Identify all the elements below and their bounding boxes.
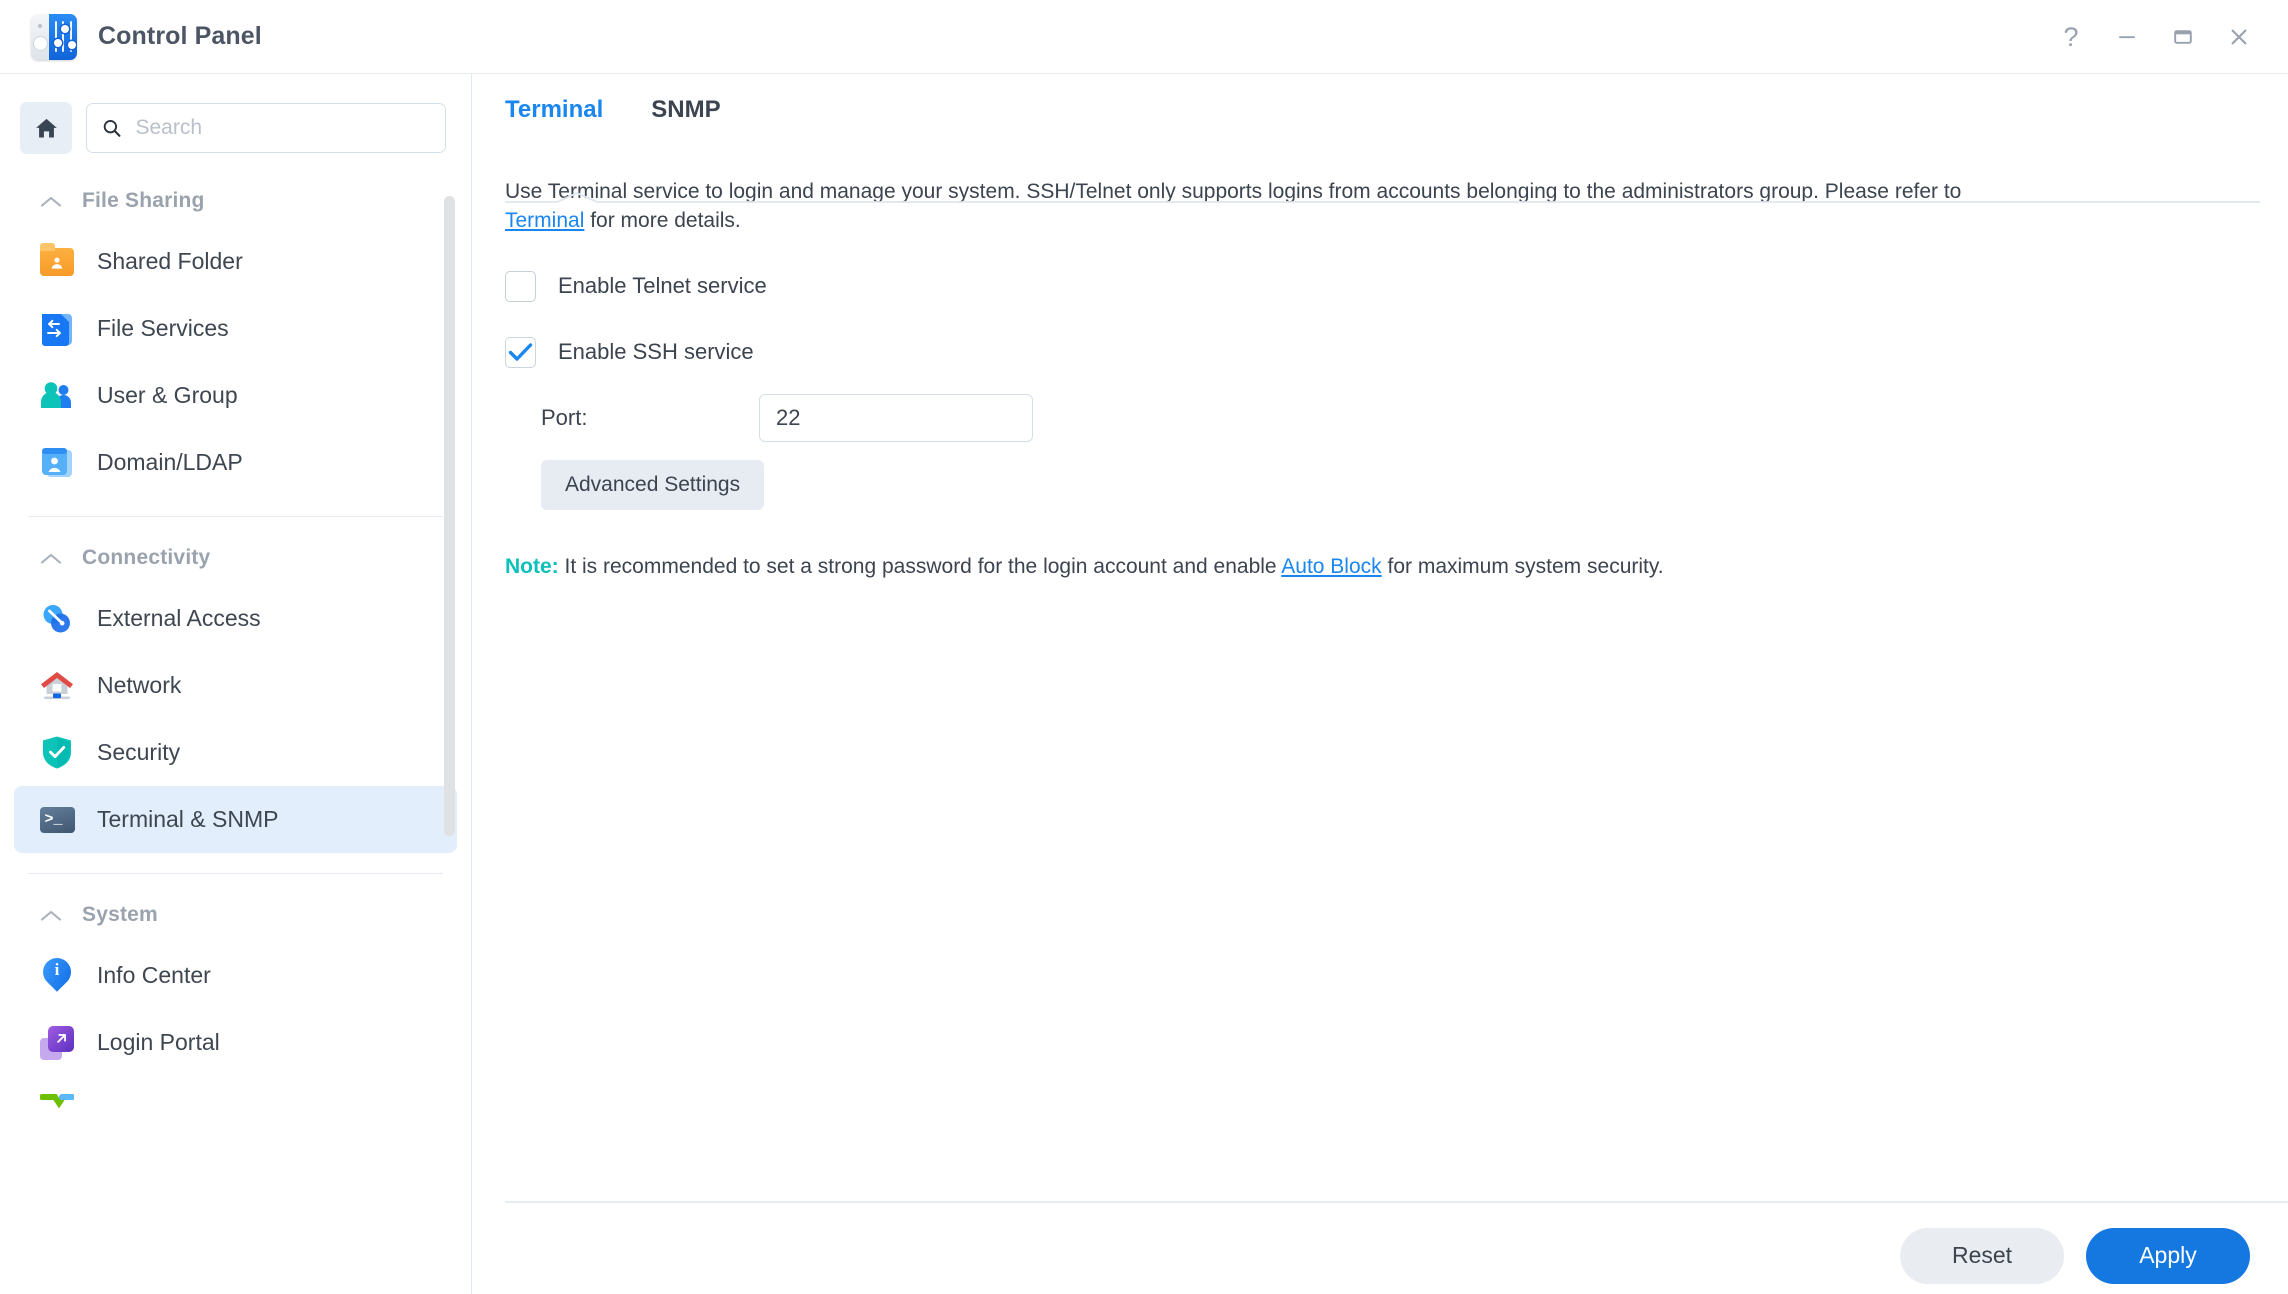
tab-bar: Terminal SNMP <box>473 74 2288 146</box>
sidebar-item-partially-visible[interactable] <box>14 1076 457 1116</box>
sidebar-item-shared-folder[interactable]: Shared Folder <box>14 228 457 295</box>
chevron-up-icon <box>40 908 62 922</box>
sidebar-nav: File Sharing Shared Folder File Services… <box>0 174 471 1294</box>
minimize-icon <box>2119 36 2135 39</box>
sidebar-item-label: Domain/LDAP <box>97 449 243 475</box>
update-restore-icon <box>39 1078 75 1114</box>
control-panel-icon <box>31 13 77 60</box>
terminal-description: Use Terminal service to login and manage… <box>505 178 2005 236</box>
port-label: Port: <box>541 404 588 430</box>
enable-ssh-checkbox[interactable] <box>505 336 536 368</box>
note-text-part2: for maximum system security. <box>1381 554 1664 578</box>
enable-telnet-label: Enable Telnet service <box>558 273 767 299</box>
security-shield-icon <box>39 735 75 771</box>
nav-group-label: File Sharing <box>82 189 205 212</box>
sidebar-scrollbar-thumb[interactable] <box>444 196 455 836</box>
sidebar-item-label: Info Center <box>97 962 211 988</box>
port-row: Port: <box>505 393 2288 442</box>
title-bar-left: Control Panel <box>0 13 262 60</box>
terminal-panel: Use Terminal service to login and manage… <box>473 146 2288 581</box>
sidebar-search-row <box>0 74 471 154</box>
apply-button[interactable]: Apply <box>2086 1227 2250 1284</box>
advanced-settings-button[interactable]: Advanced Settings <box>541 459 765 510</box>
sidebar-item-file-services[interactable]: File Services <box>14 295 457 362</box>
port-input[interactable] <box>759 393 1033 442</box>
info-center-icon: i <box>37 952 77 994</box>
domain-ldap-icon <box>39 445 75 481</box>
window-controls: ? <box>2048 0 2262 74</box>
reset-button[interactable]: Reset <box>1900 1227 2064 1284</box>
description-text-part2: for more details. <box>584 208 741 232</box>
sidebar-item-external-access[interactable]: External Access <box>14 585 457 652</box>
ssh-checkbox-row: Enable SSH service <box>505 336 2288 368</box>
sidebar-divider <box>28 873 443 874</box>
nav-group-label: System <box>82 903 158 926</box>
enable-telnet-checkbox[interactable] <box>505 270 536 302</box>
auto-block-link[interactable]: Auto Block <box>1281 555 1381 578</box>
terminal-icon: >_ <box>39 802 75 838</box>
network-icon <box>39 668 75 704</box>
sidebar-item-terminal-snmp[interactable]: >_ Terminal & SNMP <box>14 786 457 853</box>
nav-group-label: Connectivity <box>82 546 211 569</box>
telnet-checkbox-row: Enable Telnet service <box>505 270 2288 302</box>
title-bar: Control Panel ? <box>0 0 2288 74</box>
sidebar: File Sharing Shared Folder <box>0 74 472 1294</box>
home-button[interactable] <box>20 102 72 154</box>
close-button[interactable] <box>2216 14 2262 60</box>
checkmark-icon <box>508 343 533 362</box>
nav-group-system-header[interactable]: System <box>0 888 471 942</box>
sidebar-item-label: Network <box>97 672 182 698</box>
help-button[interactable]: ? <box>2048 14 2094 60</box>
nav-group-connectivity-header[interactable]: Connectivity <box>0 531 471 585</box>
note-tag: Note: <box>505 554 559 578</box>
sidebar-item-user-group[interactable]: User & Group <box>14 362 457 429</box>
window-title: Control Panel <box>98 22 262 50</box>
maximize-icon <box>2174 30 2192 44</box>
footer-actions: Reset Apply <box>473 1217 2288 1294</box>
shared-folder-icon <box>39 242 75 280</box>
search-input[interactable] <box>135 104 431 152</box>
sidebar-item-label: File Services <box>97 315 229 341</box>
maximize-button[interactable] <box>2160 14 2206 60</box>
minimize-button[interactable] <box>2104 14 2150 60</box>
security-note: Note: It is recommended to set a strong … <box>505 552 2288 581</box>
sidebar-item-label: Login Portal <box>97 1029 220 1055</box>
sidebar-item-label: Shared Folder <box>97 248 243 274</box>
main-content: Terminal SNMP Use Terminal service to lo… <box>473 74 2288 1294</box>
sidebar-item-label: User & Group <box>97 382 238 408</box>
chevron-up-icon <box>40 551 62 565</box>
search-box[interactable] <box>86 103 446 153</box>
home-icon <box>35 118 57 137</box>
sidebar-item-label: Terminal & SNMP <box>97 806 279 832</box>
help-icon: ? <box>2063 21 2079 52</box>
enable-ssh-label: Enable SSH service <box>558 339 754 365</box>
chevron-up-icon <box>40 194 62 208</box>
tab-snmp[interactable]: SNMP <box>651 96 720 146</box>
sidebar-divider <box>28 516 443 517</box>
tab-underline <box>505 192 2260 204</box>
sidebar-item-network[interactable]: Network <box>14 652 457 719</box>
search-icon <box>103 119 121 137</box>
sidebar-item-domain-ldap[interactable]: Domain/LDAP <box>14 429 457 496</box>
sidebar-item-login-portal[interactable]: Login Portal <box>14 1009 457 1076</box>
sidebar-item-label: External Access <box>97 605 261 631</box>
user-group-icon <box>39 378 75 414</box>
sidebar-item-label: Security <box>97 739 181 765</box>
external-access-icon <box>39 601 75 637</box>
tab-terminal[interactable]: Terminal <box>505 96 603 146</box>
terminal-help-link[interactable]: Terminal <box>505 209 584 232</box>
close-icon <box>2231 29 2247 45</box>
footer-separator <box>505 1201 2288 1203</box>
login-portal-icon <box>39 1025 75 1061</box>
sidebar-item-security[interactable]: Security <box>14 719 457 786</box>
file-services-icon <box>39 311 75 347</box>
nav-group-file-sharing-header[interactable]: File Sharing <box>0 174 471 228</box>
control-panel-window: Control Panel ? Search File Sharing Shar… <box>0 0 2288 1294</box>
note-text-part1: It is recommended to set a strong passwo… <box>558 554 1282 578</box>
sidebar-item-info-center[interactable]: i Info Center <box>14 942 457 1009</box>
